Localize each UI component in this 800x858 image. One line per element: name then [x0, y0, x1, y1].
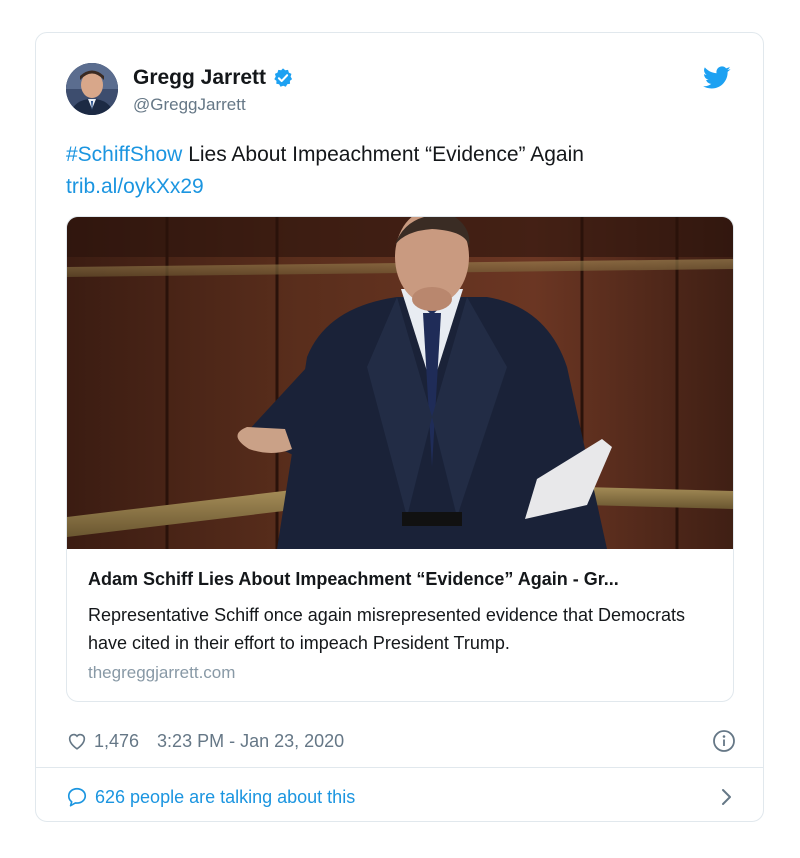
- author-name[interactable]: Gregg Jarrett: [133, 66, 294, 90]
- link-preview-card[interactable]: Adam Schiff Lies About Impeachment “Evid…: [66, 216, 734, 702]
- speech-bubble-icon: [67, 787, 87, 807]
- chevron-right-icon[interactable]: [716, 786, 736, 808]
- tweet-body: Lies About Impeachment “Evidence” Again: [182, 143, 584, 166]
- author-handle[interactable]: @GreggJarrett: [133, 95, 246, 115]
- tweet-url-link[interactable]: trib.al/oykXx29: [66, 175, 204, 198]
- verified-badge-icon: [274, 68, 293, 87]
- article-domain: thegreggjarrett.com: [88, 663, 236, 682]
- tweet-text: #SchiffShow Lies About Impeachment “Evid…: [66, 139, 736, 203]
- tweet-timestamp[interactable]: 3:23 PM - Jan 23, 2020: [157, 731, 344, 752]
- conversation-link[interactable]: 626 people are talking about this: [66, 783, 736, 811]
- info-icon[interactable]: [712, 729, 736, 753]
- hashtag-link[interactable]: #SchiffShow: [66, 143, 182, 166]
- tweet-meta-row: 1,476 3:23 PM - Jan 23, 2020: [66, 727, 736, 755]
- conversation-label[interactable]: 626 people are talking about this: [95, 787, 355, 808]
- heart-icon[interactable]: [66, 730, 88, 752]
- twitter-bird-icon[interactable]: [703, 66, 731, 90]
- author-avatar[interactable]: [66, 63, 118, 115]
- article-description: Representative Schiff once again misrepr…: [88, 605, 685, 653]
- article-title[interactable]: Adam Schiff Lies About Impeachment “Evid…: [88, 569, 718, 590]
- tweet-embed-card[interactable]: Gregg Jarrett @GreggJarrett #SchiffShow …: [35, 32, 764, 822]
- article-photo[interactable]: [67, 217, 734, 549]
- author-name-text[interactable]: Gregg Jarrett: [133, 66, 266, 90]
- like-count[interactable]: 1,476: [94, 731, 139, 752]
- divider: [36, 767, 763, 768]
